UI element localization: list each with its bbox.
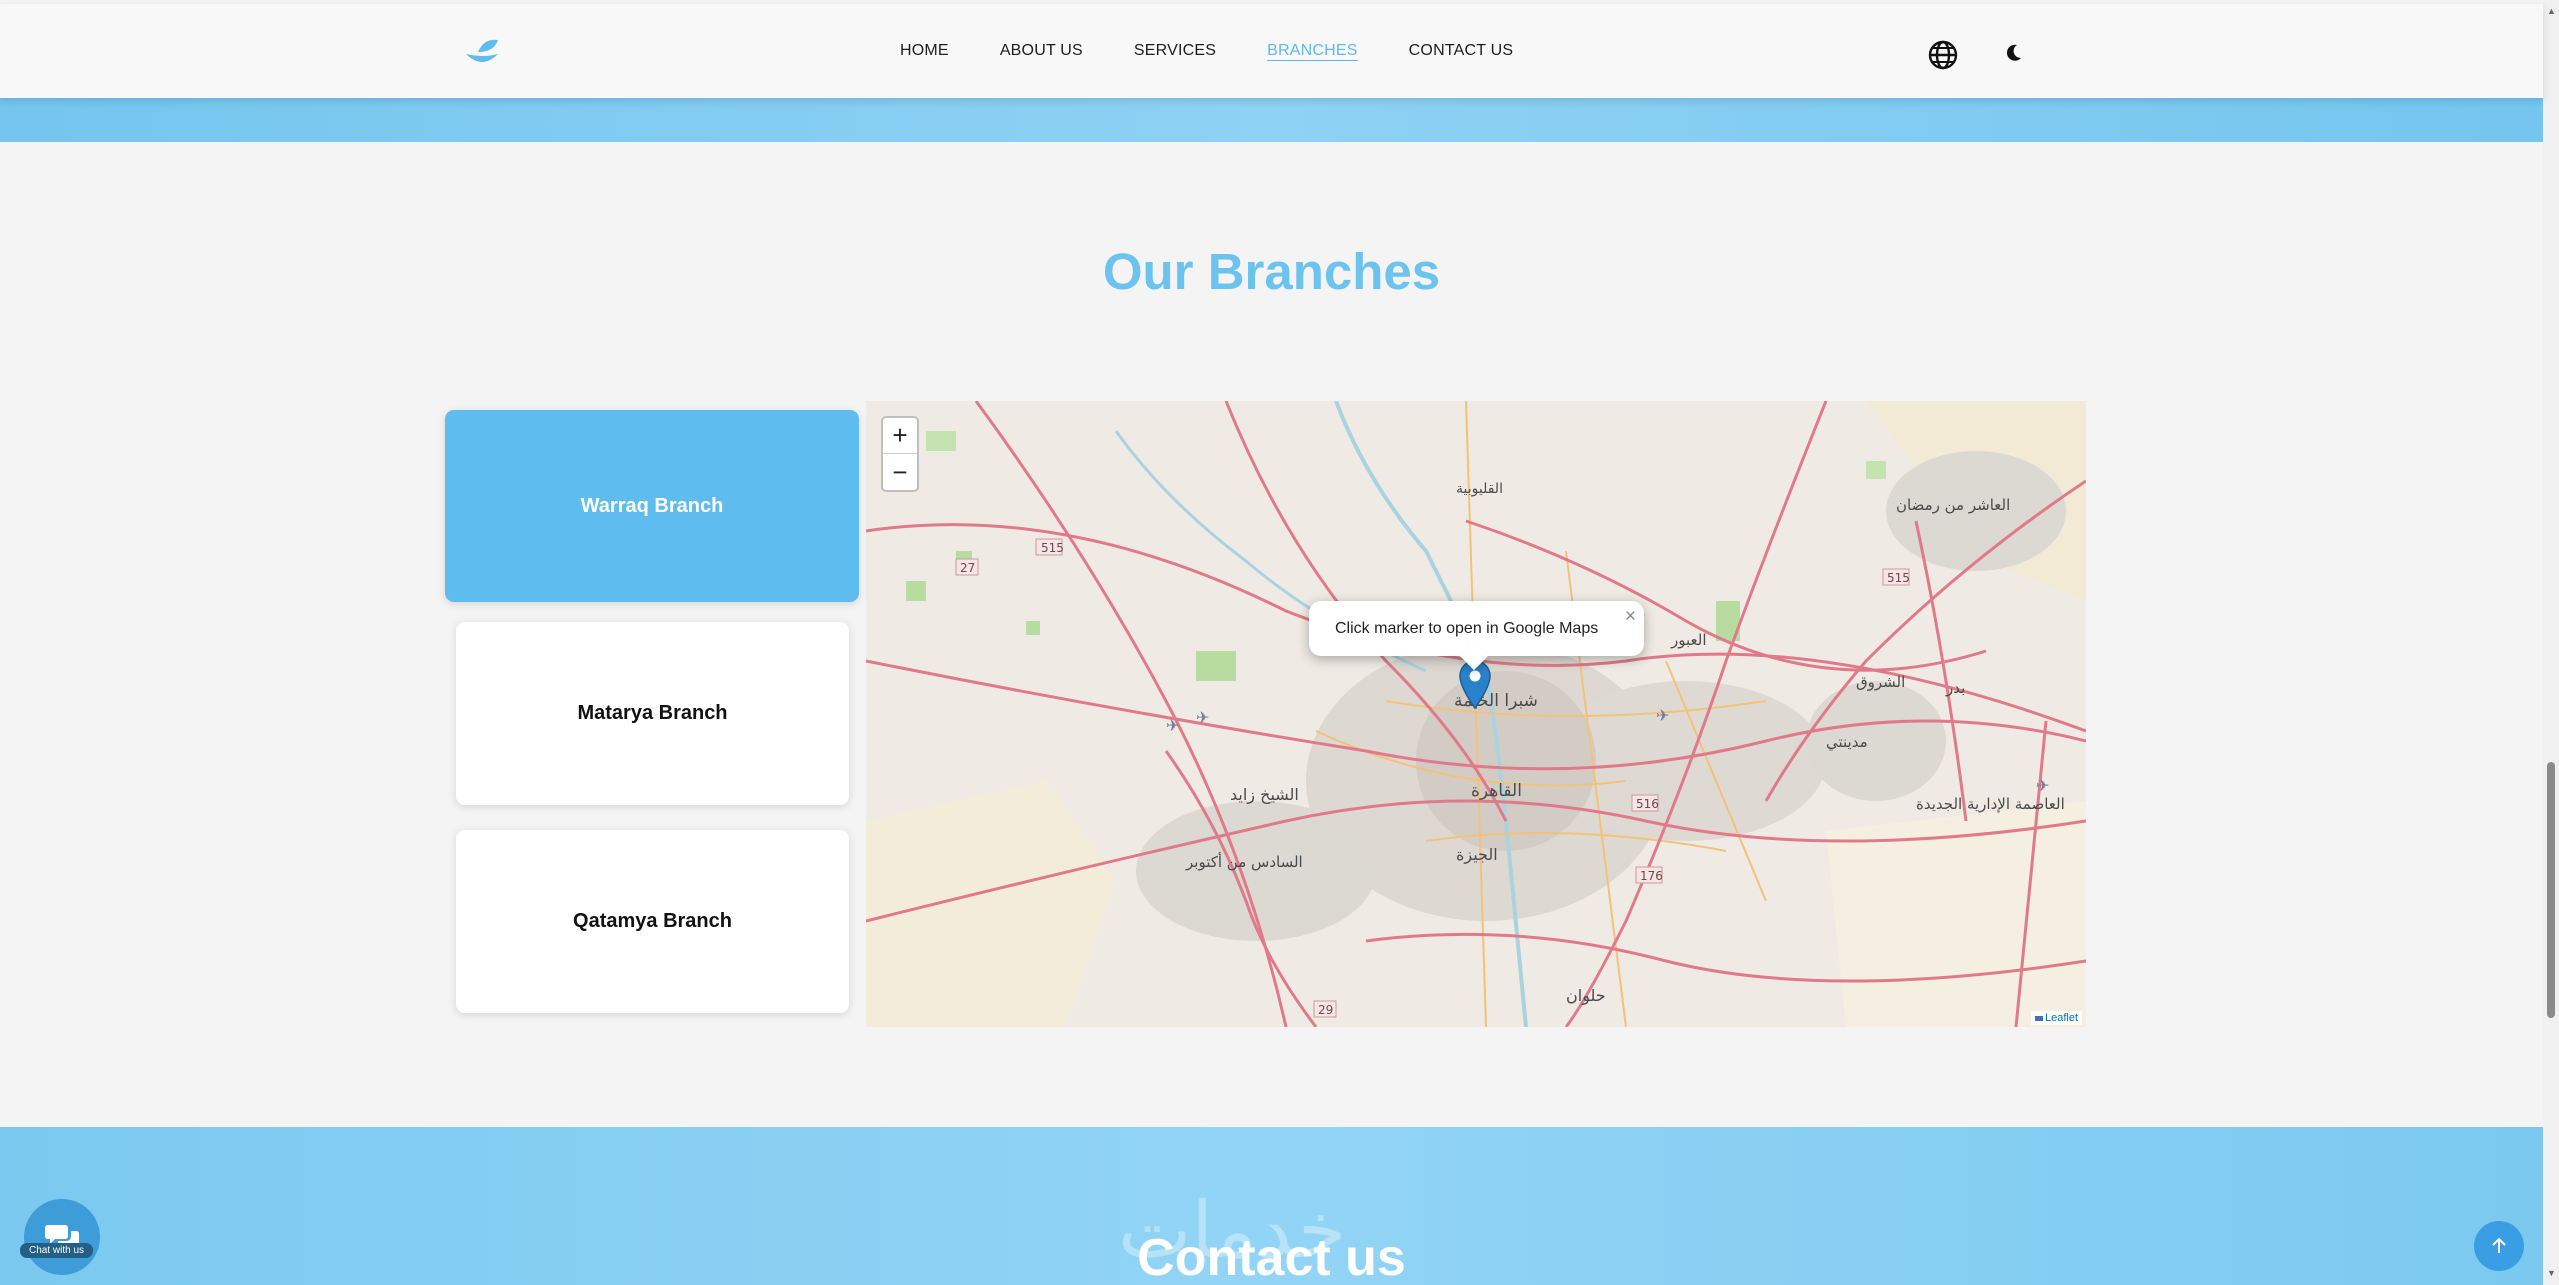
zoom-out-button[interactable]: − [883, 454, 917, 490]
map-label-qalyubia: القليوبية [1456, 481, 1503, 497]
arrow-up-icon [2492, 1237, 2506, 1253]
nav-home[interactable]: HOME [900, 42, 949, 60]
map-label-giza: الجيزة [1456, 845, 1498, 864]
road-shield: 515 [1041, 541, 1064, 555]
moon-icon [2006, 44, 2021, 61]
map-label-badr: بدر [1946, 679, 1966, 697]
section-title: Our Branches [1102, 243, 1441, 300]
page-scrollbar[interactable]: ▲ ▼ [2543, 0, 2559, 1285]
contact-title: Contact us [1137, 1229, 1406, 1285]
map-popup: Click marker to open in Google Maps × [1309, 601, 1644, 671]
nav-about-us[interactable]: ABOUT US [1000, 42, 1083, 60]
road-shield: 516 [1636, 797, 1659, 811]
map-label-madinaty: مدينتي [1826, 733, 1868, 751]
airport-icon: ✈ [2036, 778, 2049, 795]
map-zoom-control: + − [881, 416, 919, 492]
branch-card-qatamya[interactable]: Qatamya Branch [456, 830, 849, 1013]
map-label-october: السادس من أكتوبر [1186, 853, 1303, 871]
map-label-sheikh-zayed: الشيخ زايد [1230, 785, 1299, 804]
map-label-tenth-of-ramadan: العاشر من رمضان [1896, 496, 2011, 514]
main-nav: HOME ABOUT US SERVICES BRANCHES CONTACT … [900, 4, 1564, 98]
map-label-new-capital: العاصمة الإدارية الجديدة [1916, 795, 2065, 813]
map-label-obour: العبور [1671, 631, 1707, 649]
map-label-cairo: القاهرة [1471, 781, 1522, 801]
hero-band-bottom [0, 95, 2543, 142]
scroll-to-top-button[interactable] [2474, 1221, 2524, 1271]
chat-widget-button[interactable] [24, 1199, 100, 1275]
popup-text: Click marker to open in Google Maps [1335, 619, 1599, 637]
airport-icon: ✈ [1656, 708, 1669, 725]
scroll-up-arrow-icon[interactable]: ▲ [2547, 6, 2556, 16]
map-label-shorouk: الشروق [1856, 673, 1906, 691]
leaf-bowl-logo-icon [466, 39, 498, 62]
scroll-down-arrow-icon[interactable]: ▼ [2547, 1268, 2556, 1278]
site-logo[interactable] [462, 36, 502, 70]
attribution-text: Leaflet [2044, 1012, 2078, 1024]
theme-toggle-button[interactable] [2006, 44, 2022, 62]
nav-services[interactable]: SERVICES [1134, 42, 1216, 60]
map-attribution[interactable]: Leaflet [2030, 1011, 2082, 1025]
site-header: HOME ABOUT US SERVICES BRANCHES CONTACT … [0, 4, 2543, 98]
popup-close-button[interactable]: × [1625, 606, 1636, 628]
branch-card-matarya[interactable]: Matarya Branch [456, 622, 849, 805]
globe-icon [1928, 40, 1958, 70]
road-shield: 515 [1887, 571, 1910, 585]
nav-contact-us[interactable]: CONTACT US [1409, 42, 1514, 60]
scrollbar-thumb[interactable] [2547, 762, 2555, 1018]
airport-icon: ✈ [1166, 718, 1179, 735]
leaflet-flag-icon [2034, 1015, 2043, 1021]
road-shield: 27 [960, 561, 975, 575]
branch-map[interactable]: 515 27 515 516 176 29 ✈ ✈ ✈ ✈ شبرا الخيم… [866, 401, 2086, 1027]
nav-branches[interactable]: BRANCHES [1267, 42, 1358, 60]
airport-icon: ✈ [1196, 710, 1209, 727]
road-shield: 29 [1318, 1003, 1333, 1017]
chat-widget-label[interactable]: Chat with us [20, 1243, 94, 1258]
map-label-helwan: حلوان [1566, 986, 1606, 1005]
road-shield: 176 [1640, 869, 1663, 883]
branch-card-warraq[interactable]: Warraq Branch [445, 410, 859, 602]
zoom-in-button[interactable]: + [883, 418, 917, 454]
language-button[interactable] [1928, 40, 1958, 70]
